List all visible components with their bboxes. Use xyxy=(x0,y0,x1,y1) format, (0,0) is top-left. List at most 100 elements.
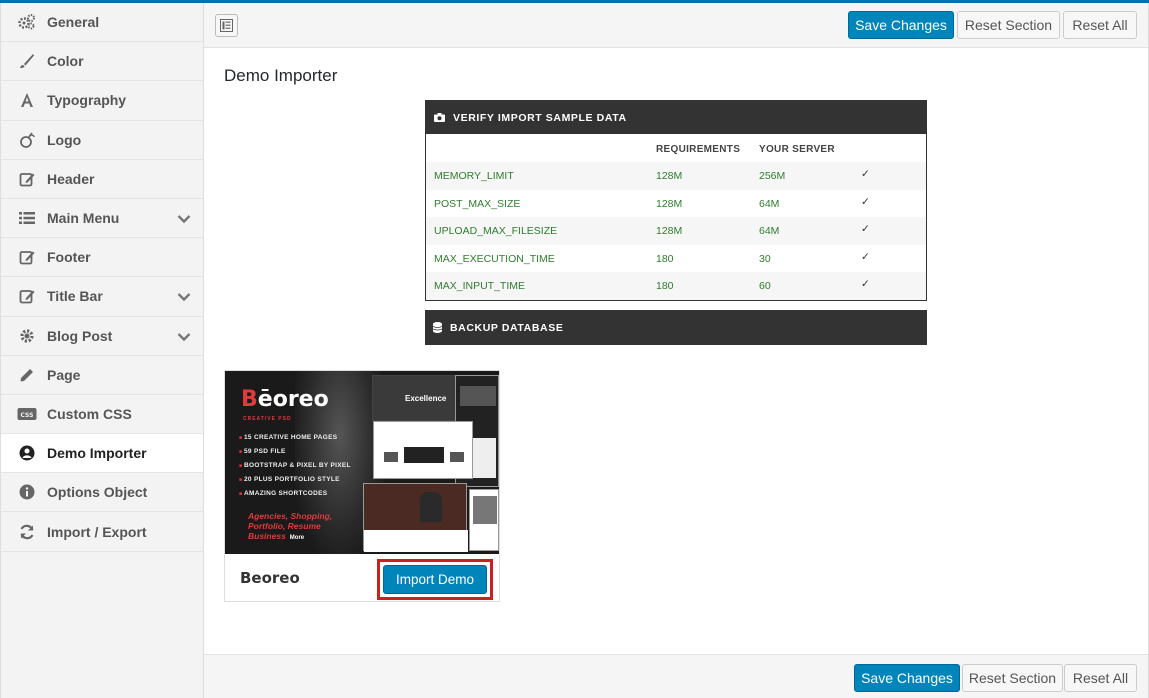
sidebar-item-page[interactable]: Page xyxy=(1,356,203,395)
preview-feature: BOOTSTRAP & PIXEL BY PIXEL xyxy=(239,462,351,469)
import-demo-highlight: Import Demo xyxy=(377,559,493,600)
gear-icon xyxy=(17,326,37,346)
sidebar-item-label: Custom CSS xyxy=(47,405,132,422)
table-row: POST_MAX_SIZE 128M 64M ✓ xyxy=(426,190,926,218)
top-toolbar: Save Changes Reset Section Reset All xyxy=(204,3,1148,48)
mock-screen-brick xyxy=(363,483,468,552)
required-value: 128M xyxy=(656,170,683,182)
setting-name: MEMORY_LIMIT xyxy=(434,170,514,182)
demo-title: Beoreo xyxy=(240,569,300,587)
sidebar-item-header[interactable]: Header xyxy=(1,160,203,199)
preview-brand: Bēoreo xyxy=(241,387,329,412)
bottom-toolbar: Save Changes Reset Section Reset All xyxy=(204,654,1148,698)
sidebar-item-label: Import / Export xyxy=(47,523,147,540)
apple-icon xyxy=(17,130,37,150)
sidebar-item-logo[interactable]: Logo xyxy=(1,121,203,160)
css-icon: CSS xyxy=(17,404,37,424)
sidebar-item-typography[interactable]: Typography xyxy=(1,81,203,121)
preview-feature: 59 PSD FILE xyxy=(239,448,286,455)
expand-options-icon[interactable] xyxy=(215,14,238,37)
sidebar-item-label: Color xyxy=(47,53,84,70)
required-value: 180 xyxy=(656,252,674,265)
demo-card: Bēoreo CREATIVE PSD 15 CREATIVE HOME PAG… xyxy=(224,370,500,602)
reset-section-button[interactable]: Reset Section xyxy=(957,11,1060,39)
sidebar-item-title-bar[interactable]: Title Bar xyxy=(1,277,203,317)
check-icon: ✓ xyxy=(861,278,870,290)
sidebar-item-label: General xyxy=(47,14,100,31)
required-value: 128M xyxy=(656,197,683,210)
sidebar-item-label: Title Bar xyxy=(47,288,103,305)
pencil-icon xyxy=(17,365,37,385)
table-row: MEMORY_LIMIT 128M 256M ✓ xyxy=(426,162,926,190)
sidebar-item-demo-importer[interactable]: Demo Importer xyxy=(1,434,203,474)
check-icon: ✓ xyxy=(861,223,870,235)
table-row: UPLOAD_MAX_FILESIZE 128M 64M ✓ xyxy=(426,217,926,245)
sidebar-item-label: Footer xyxy=(47,249,91,266)
gears-icon xyxy=(17,12,37,32)
verify-table-body: MEMORY_LIMIT 128M 256M ✓ POST_MAX_SIZE 1… xyxy=(426,162,926,300)
chevron-down-icon[interactable] xyxy=(177,329,191,345)
main-panel: Save Changes Reset Section Reset All Dem… xyxy=(204,3,1149,698)
table-row: MAX_INPUT_TIME 180 60 ✓ xyxy=(426,272,926,300)
save-changes-button[interactable]: Save Changes xyxy=(848,11,954,39)
sidebar-item-label: Typography xyxy=(47,92,127,109)
database-icon xyxy=(433,322,442,333)
sidebar-item-main-menu[interactable]: Main Menu xyxy=(1,199,203,239)
server-value: 64M xyxy=(759,197,780,210)
setting-name: MAX_EXECUTION_TIME xyxy=(434,252,555,265)
verify-heading: VERIFY IMPORT SAMPLE DATA xyxy=(453,111,627,124)
backup-database-header[interactable]: BACKUP DATABASE xyxy=(425,310,927,345)
reset-section-button[interactable]: Reset Section xyxy=(962,664,1063,692)
camera-icon xyxy=(434,113,445,122)
sidebar-item-import-export[interactable]: Import / Export xyxy=(1,512,203,552)
setting-name: POST_MAX_SIZE xyxy=(434,197,521,210)
required-value: 180 xyxy=(656,280,674,292)
check-icon: ✓ xyxy=(861,250,870,263)
check-icon: ✓ xyxy=(861,168,870,180)
sidebar-item-footer[interactable]: Footer xyxy=(1,238,203,278)
mock-headline: Excellence xyxy=(405,394,447,403)
sidebar-item-label: Main Menu xyxy=(47,210,120,227)
sidebar-item-options-object[interactable]: Options Object xyxy=(1,473,203,513)
save-changes-button[interactable]: Save Changes xyxy=(854,664,960,692)
demo-preview-image[interactable]: Bēoreo CREATIVE PSD 15 CREATIVE HOME PAG… xyxy=(225,371,499,554)
reset-all-button[interactable]: Reset All xyxy=(1064,664,1137,692)
verify-table-header: REQUIREMENTS YOUR SERVER xyxy=(426,134,926,162)
preview-feature: 15 CREATIVE HOME PAGES xyxy=(239,434,337,441)
refresh-icon xyxy=(17,522,37,542)
sidebar-item-label: Header xyxy=(47,170,95,187)
setting-name: UPLOAD_MAX_FILESIZE xyxy=(434,225,558,237)
sidebar-item-general[interactable]: General xyxy=(1,3,203,43)
sidebar-item-blog-post[interactable]: Blog Post xyxy=(1,317,203,356)
edit-icon xyxy=(17,247,37,267)
backup-heading: BACKUP DATABASE xyxy=(450,321,564,334)
sidebar-item-label: Blog Post xyxy=(47,327,113,344)
preview-feature: 20 PLUS PORTFOLIO STYLE xyxy=(239,476,340,483)
sidebar-item-color[interactable]: Color xyxy=(1,42,203,82)
required-value: 128M xyxy=(656,225,683,237)
edit-icon xyxy=(17,286,37,306)
col-requirements: REQUIREMENTS xyxy=(656,144,741,155)
server-value: 60 xyxy=(759,280,771,292)
info-icon xyxy=(17,482,37,502)
svg-text:CSS: CSS xyxy=(21,412,34,419)
sidebar-item-label: Options Object xyxy=(47,484,148,501)
col-your-server: YOUR SERVER xyxy=(759,144,835,155)
mock-screen-devices xyxy=(373,421,473,479)
chevron-down-icon[interactable] xyxy=(177,289,191,305)
preview-tagline: Agencies, Shopping, Portfolio, Resume Bu… xyxy=(248,511,333,541)
import-demo-button[interactable]: Import Demo xyxy=(383,565,487,594)
check-icon: ✓ xyxy=(861,195,870,208)
server-value: 64M xyxy=(759,225,780,237)
sidebar-item-custom-css[interactable]: CSS Custom CSS xyxy=(1,395,203,435)
sidebar-item-label: Demo Importer xyxy=(47,445,147,462)
chevron-down-icon[interactable] xyxy=(177,211,191,227)
reset-all-button[interactable]: Reset All xyxy=(1063,11,1137,39)
sidebar-item-label: Logo xyxy=(47,131,82,148)
preview-feature: AMAZING SHORTCODES xyxy=(239,490,327,497)
verify-panel-header: VERIFY IMPORT SAMPLE DATA xyxy=(426,101,926,134)
mock-screen-small xyxy=(469,489,499,551)
verify-import-panel: VERIFY IMPORT SAMPLE DATA REQUIREMENTS Y… xyxy=(425,100,927,301)
user-download-icon xyxy=(17,443,37,463)
preview-brand-sub: CREATIVE PSD xyxy=(243,416,292,422)
